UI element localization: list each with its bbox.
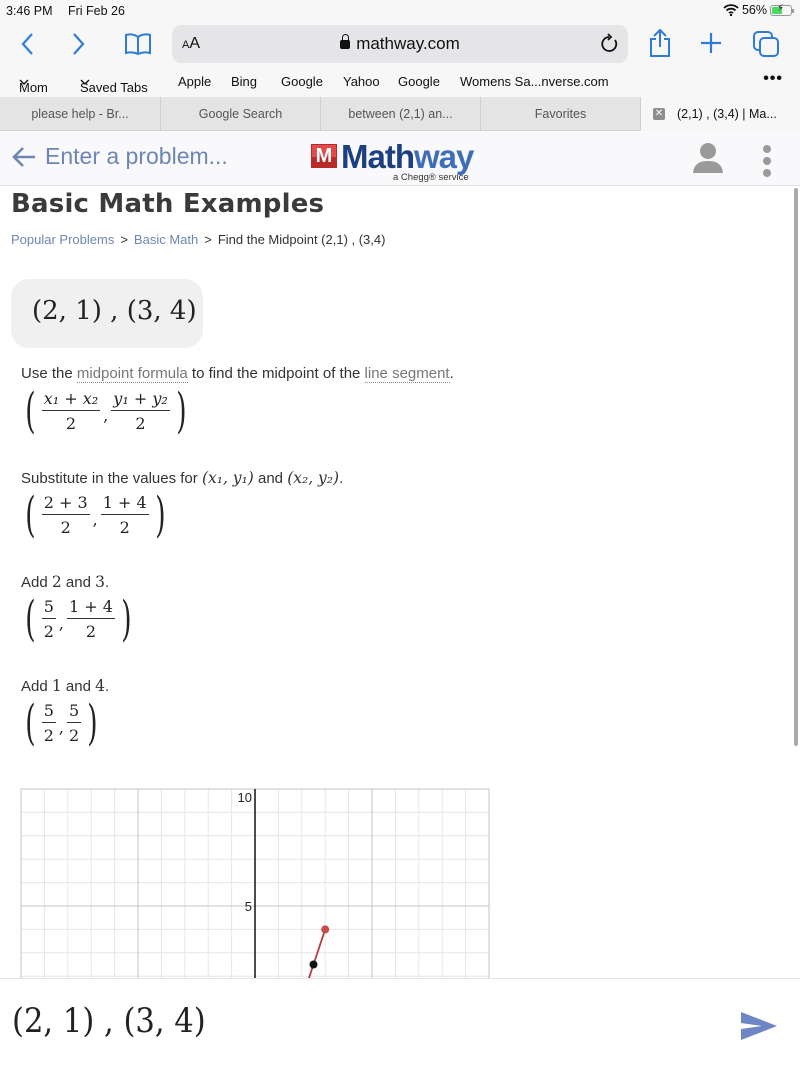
tab-favorites[interactable]: Favorites — [481, 97, 641, 131]
tick-labels: 10 5 — [238, 790, 252, 914]
bookmark-google[interactable]: Google — [281, 74, 323, 89]
fraction: y₁ + y₂ 2 — [111, 389, 170, 433]
lock-icon — [340, 34, 351, 49]
midpoint-formula-link[interactable]: midpoint formula — [76, 365, 188, 383]
problem-input-bar[interactable]: (2, 1) , (3, 4) — [0, 978, 800, 1067]
send-icon[interactable] — [740, 1011, 778, 1041]
fraction: 1 + 42 — [100, 493, 149, 537]
midpoint-point — [309, 960, 318, 969]
bookmark-womens[interactable]: Womens Sa...nverse.com — [460, 74, 609, 89]
bookmark-apple[interactable]: Apple — [178, 74, 211, 89]
breadcrumb-current: Find the Midpoint (2,1) , (3,4) — [217, 232, 386, 247]
line-segment — [308, 929, 327, 978]
more-options-icon[interactable] — [763, 145, 771, 177]
bookmarks-bar: Mom Saved Tabs Apple Bing Google Yahoo G… — [0, 68, 800, 97]
share-icon — [650, 28, 670, 57]
fraction: 52 — [67, 701, 82, 745]
y-tick-label: 5 — [245, 899, 252, 914]
status-bar: 3:46 PM Fri Feb 26 56% ⚡ — [0, 0, 800, 22]
tab-bar: please help - Br... Google Search betwee… — [0, 97, 800, 131]
fraction: x₁ + x₂ 2 — [41, 389, 101, 433]
scrollbar[interactable] — [794, 188, 798, 746]
fraction: 52 — [41, 597, 56, 641]
step-4-text: Add 1 and 4. — [21, 677, 110, 695]
bookmarks-more-button[interactable]: ••• — [763, 70, 783, 88]
tabs-icon — [753, 31, 779, 57]
bookmark-yahoo[interactable]: Yahoo — [343, 74, 380, 89]
breadcrumb-popular-problems[interactable]: Popular Problems — [11, 232, 114, 247]
fraction: 52 — [41, 701, 56, 745]
close-tab-icon[interactable]: ✕ — [653, 108, 665, 120]
tab-google-search[interactable]: Google Search — [161, 97, 321, 131]
forward-button[interactable] — [72, 32, 86, 56]
url-text: mathway.com — [356, 34, 460, 53]
mathway-header: Enter a problem... M Mathway a Chegg® se… — [0, 131, 800, 186]
tab-between[interactable]: between (2,1) an... — [321, 97, 481, 131]
page-title: Basic Math Examples — [11, 189, 325, 219]
back-button[interactable] — [20, 32, 34, 56]
bookmark-google-2[interactable]: Google — [398, 74, 440, 89]
tab-please-help[interactable]: please help - Br... — [0, 97, 161, 131]
step-1-expression: ( x₁ + x₂ 2 , y₁ + y₂ 2 ) — [25, 383, 187, 439]
logo-tagline: a Chegg® service — [393, 172, 469, 183]
plus-icon — [701, 33, 721, 53]
wifi-icon — [723, 4, 739, 16]
problem-display: (2, 1) , (3, 4) — [11, 279, 203, 348]
tab-active-mathway[interactable]: ✕ (2,1) , (3,4) | Ma... — [641, 97, 800, 131]
chevron-left-icon — [21, 33, 33, 55]
step-2-text: Substitute in the values for (x₁, y₁) an… — [21, 469, 344, 487]
endpoint-point — [321, 925, 330, 934]
enter-problem-button[interactable]: Enter a problem... — [11, 143, 228, 170]
book-icon — [125, 33, 151, 55]
bolt-icon: ⚡ — [777, 2, 785, 14]
arrow-left-icon — [12, 146, 35, 167]
enter-problem-placeholder: Enter a problem... — [45, 143, 228, 169]
chevron-right-icon — [73, 33, 85, 55]
step-2-expression: ( 2 + 32 , 1 + 42 ) — [25, 487, 166, 543]
problem-input[interactable]: (2, 1) , (3, 4) — [12, 1001, 206, 1041]
share-button[interactable] — [648, 28, 672, 58]
bookmark-saved-tabs[interactable]: Saved Tabs — [80, 74, 148, 95]
step-1-text: Use the midpoint formula to find the mid… — [21, 365, 454, 383]
status-time: 3:46 PM — [6, 4, 53, 18]
status-right: 56% ⚡ — [723, 2, 794, 17]
bookmarks-button[interactable] — [124, 33, 152, 55]
fraction: 2 + 32 — [41, 493, 90, 537]
battery-charging-icon: ⚡ — [770, 2, 794, 16]
fraction: 1 + 42 — [67, 597, 115, 641]
line-segment-link[interactable]: line segment — [364, 365, 450, 383]
logo-wordmark: Mathway — [341, 138, 474, 175]
url-display[interactable]: mathway.com — [172, 34, 628, 54]
new-tab-button[interactable] — [700, 32, 722, 54]
mathway-logo[interactable]: M Mathway a Chegg® service — [311, 138, 491, 183]
step-4-expression: ( 52 , 52 ) — [25, 695, 98, 751]
address-bar[interactable]: AA mathway.com — [172, 25, 628, 63]
step-3-expression: ( 52 , 1 + 42 ) — [25, 591, 132, 647]
midpoint-graph[interactable]: 10 5 — [0, 786, 520, 978]
status-date: Fri Feb 26 — [68, 4, 125, 18]
breadcrumb: Popular Problems > Basic Math > Find the Mid… — [11, 232, 386, 247]
tabs-overview-button[interactable] — [752, 30, 780, 58]
problem-expression: (2, 1) , (3, 4) — [32, 296, 197, 326]
reload-icon[interactable] — [600, 33, 620, 55]
bookmark-bing[interactable]: Bing — [231, 74, 257, 89]
user-account-icon[interactable] — [692, 142, 724, 174]
breadcrumb-basic-math[interactable]: Basic Math — [134, 232, 198, 247]
logo-mark: M — [311, 144, 337, 168]
step-3-text: Add 2 and 3. — [21, 573, 110, 591]
bookmark-mom[interactable]: Mom — [19, 74, 48, 95]
browser-toolbar: AA mathway.com — [0, 22, 800, 68]
y-tick-label: 10 — [238, 790, 252, 805]
battery-percent: 56% — [741, 3, 767, 17]
main-content: Basic Math Examples Popular Problems > Bas… — [0, 186, 800, 978]
